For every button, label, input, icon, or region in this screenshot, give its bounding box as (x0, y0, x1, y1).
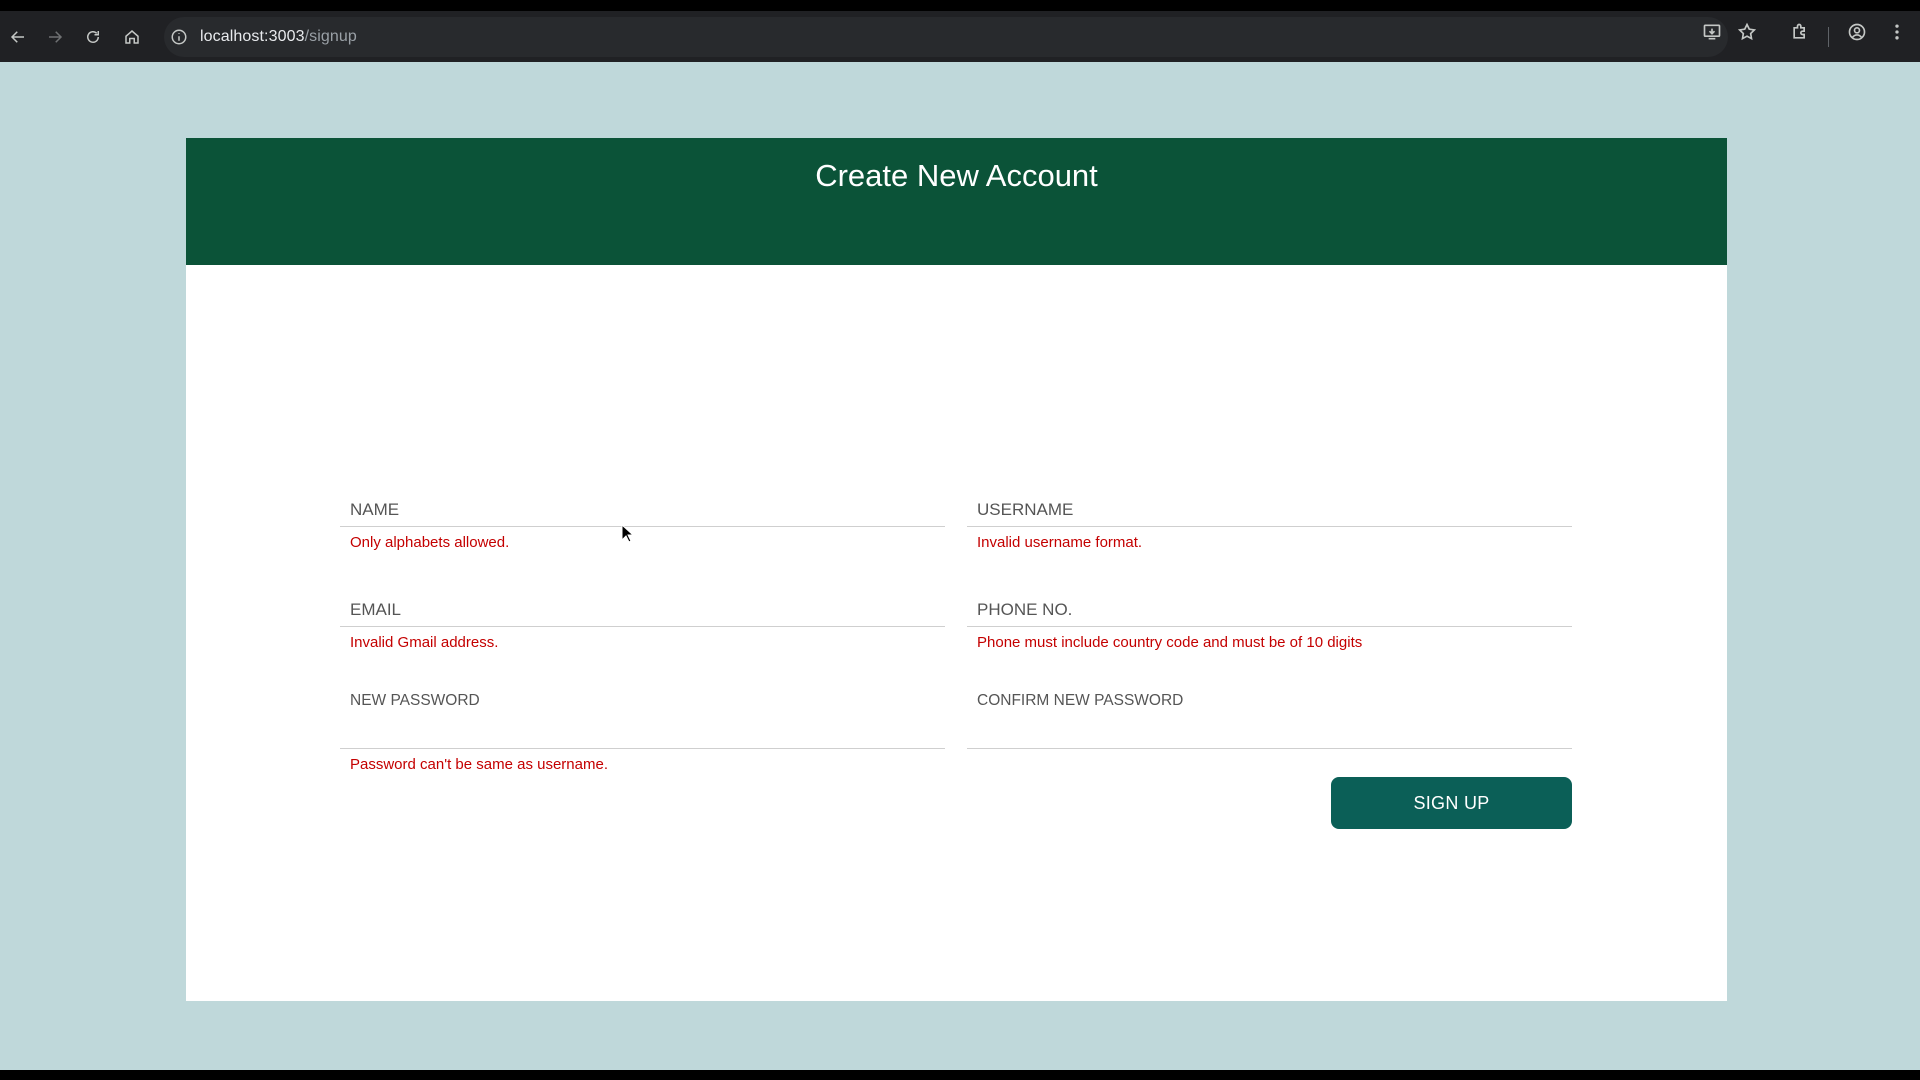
address-bar[interactable]: localhost:3003/signup (164, 17, 1728, 57)
email-field: EMAIL Invalid Gmail address. (340, 594, 945, 660)
new-password-error: Password can't be same as username. (350, 756, 608, 773)
home-icon[interactable] (119, 24, 145, 50)
extensions-icon[interactable] (1790, 22, 1810, 42)
email-underline (340, 626, 945, 627)
profile-icon[interactable] (1847, 22, 1867, 42)
username-input[interactable] (967, 494, 1572, 524)
confirm-password-input[interactable] (967, 716, 1572, 746)
username-field: USERNAME Invalid username format. (967, 494, 1572, 560)
page-title: Create New Account (815, 158, 1098, 193)
site-info-icon[interactable] (170, 28, 188, 46)
screen-bottom-edge (0, 1070, 1920, 1080)
name-error: Only alphabets allowed. (350, 534, 510, 551)
sign-up-button[interactable]: SIGN UP (1331, 777, 1572, 829)
url-host: localhost:3003 (200, 28, 305, 45)
url-text[interactable]: localhost:3003/signup (200, 28, 357, 46)
confirm-password-label: CONFIRM NEW PASSWORD (977, 692, 1184, 709)
reload-icon[interactable] (80, 24, 106, 50)
username-error: Invalid username format. (977, 534, 1143, 551)
confirm-password-underline (967, 748, 1572, 749)
phone-input[interactable] (967, 594, 1572, 624)
name-input[interactable] (340, 494, 945, 524)
toolbar-divider (1828, 27, 1829, 47)
bookmark-star-icon[interactable] (1737, 22, 1757, 42)
signup-card: Create New Account NAME Only alphabets a… (186, 138, 1727, 1001)
new-password-input[interactable] (340, 716, 945, 746)
url-path: /signup (304, 28, 357, 45)
new-password-underline (340, 748, 945, 749)
confirm-password-field: CONFIRM NEW PASSWORD (967, 692, 1572, 762)
phone-underline (967, 626, 1572, 627)
phone-field: PHONE NO. Phone must include country cod… (967, 594, 1572, 660)
phone-error: Phone must include country code and must… (977, 634, 1363, 651)
browser-toolbar: localhost:3003/signup (0, 0, 1920, 62)
mouse-cursor-icon (621, 524, 635, 543)
back-icon[interactable] (5, 24, 31, 50)
card-header: Create New Account (186, 138, 1727, 265)
username-underline (967, 526, 1572, 527)
install-app-icon[interactable] (1702, 22, 1722, 42)
email-input[interactable] (340, 594, 945, 624)
name-field: NAME Only alphabets allowed. (340, 494, 945, 560)
new-password-field: NEW PASSWORD Password can't be same as u… (340, 692, 945, 773)
new-password-label: NEW PASSWORD (350, 692, 480, 709)
menu-kebab-icon[interactable] (1887, 22, 1907, 42)
name-underline (340, 526, 945, 527)
email-error: Invalid Gmail address. (350, 634, 499, 651)
page-viewport: Create New Account NAME Only alphabets a… (0, 62, 1920, 1070)
forward-icon[interactable] (42, 24, 68, 50)
